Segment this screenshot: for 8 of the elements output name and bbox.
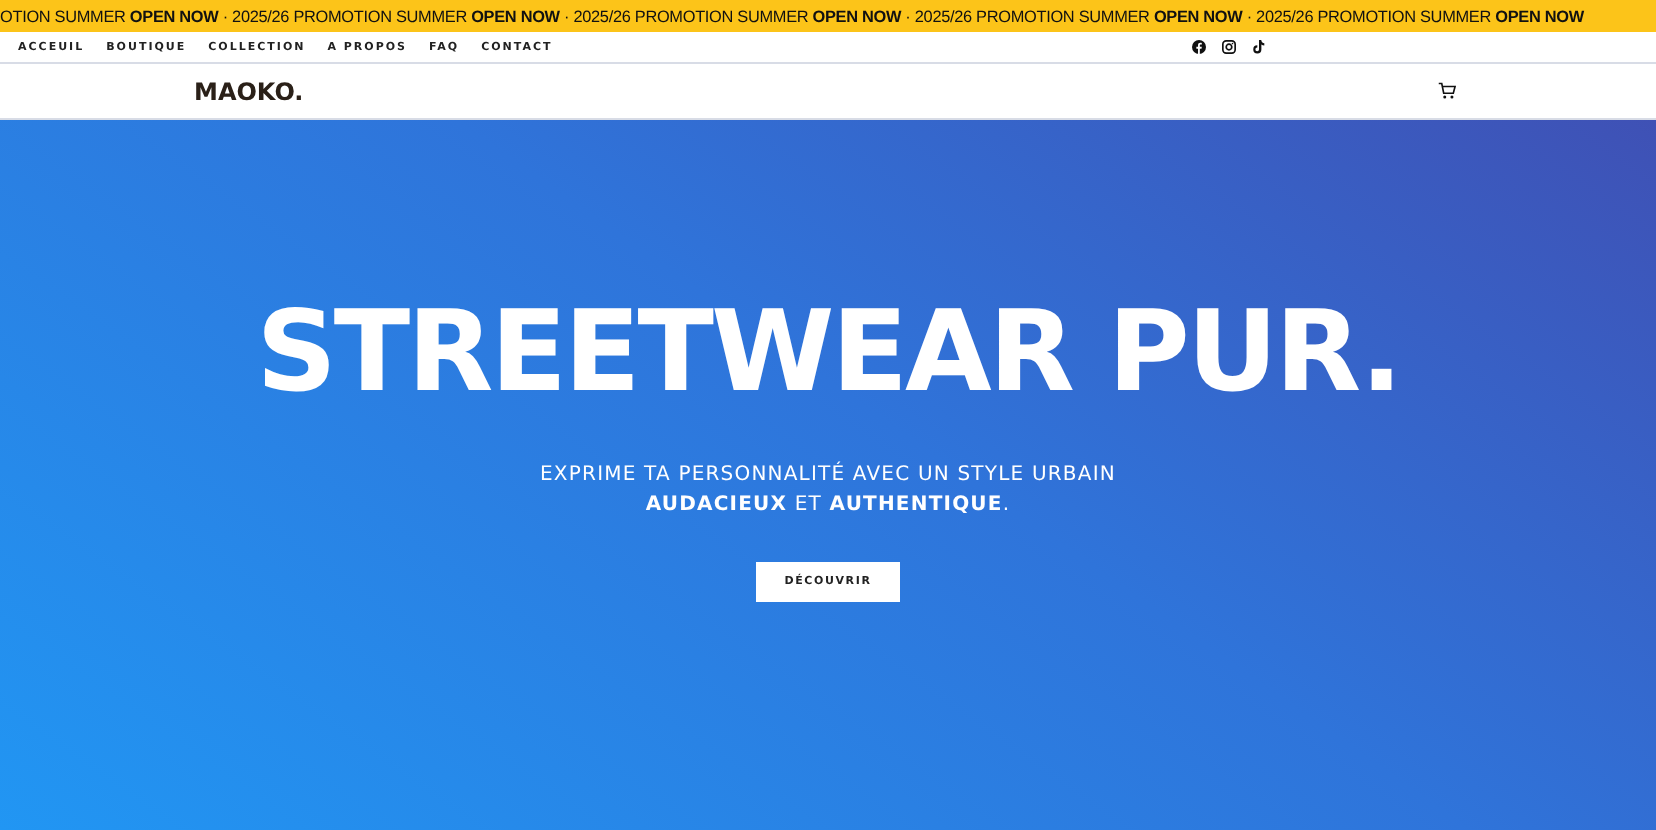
cart-icon[interactable] [1438,82,1456,100]
hero-title: STREETWEAR PUR. [256,292,1400,416]
promo-text: OTION SUMMER OPEN NOW · 2025/26 PROMOTION SUMMER OPEN NOW · 2025/26 PROMOTION SUMMER OPEN NOW · 2025/26 PROMOTION SUMMER OPEN NOW · 2025/26 PROMOTION SUMMER OPEN NOW [0,7,1584,25]
facebook-icon[interactable] [1192,40,1206,54]
logo[interactable]: MAOKO. [194,77,304,105]
music-note-icon[interactable] [1252,40,1266,54]
hero-subtitle: EXPRIME TA PERSONNALITÉ AVEC UN STYLE URBAIN AUDACIEUX ET AUTHENTIQUE. [540,459,1116,520]
instagram-icon[interactable] [1222,40,1236,54]
